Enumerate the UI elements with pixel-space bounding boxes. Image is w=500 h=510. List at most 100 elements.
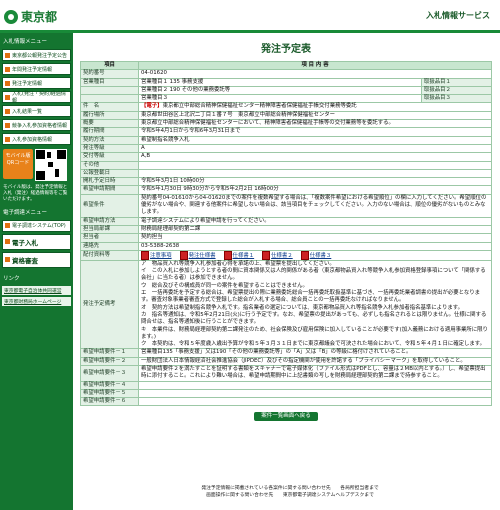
- table-row: 履行場所 東京都世田谷区上北沢二丁目１番７号 東京都立中部総合精神保健福祉センター: [80, 110, 492, 121]
- footer-contact-line: 発注予定情報に掲載されている各案件に関する問い合わせ先 各局所担当者まで: [201, 486, 379, 491]
- note-line: エ 一括再委託を予定する総合は、希望票提出の際に業務委託総合一括再委託取扱基準に…: [141, 290, 481, 304]
- row-value-text: 営業種目２ 190 その他の業務委託等: [141, 86, 231, 93]
- row-value-text: A,B: [141, 153, 151, 160]
- doc-link-label: 仕様書３: [309, 252, 332, 259]
- note-line: キ 本業件は、財務局経理部契約第二課発注のため、社会保険及び雇用保険に加入してい…: [141, 326, 488, 340]
- bullet-icon: [5, 239, 10, 245]
- table-row: 希望申請要件－５: [80, 388, 492, 399]
- row-value: 東京都世田谷区上北沢二丁目１番７号 東京都立中部総合精神保健福祉センター: [138, 110, 492, 121]
- sidebar: 入札情報メニュー 東京都公報発注予定公告 年間発注予定情報 発注予定情報 入札(…: [0, 33, 73, 510]
- row-value: 営業種目135「事務支援」又は190「その他の業務委託等」の「A」又は「B」の等…: [138, 348, 492, 358]
- tokyo-logo[interactable]: 東京都: [4, 8, 57, 25]
- row-value: 営業種目１ 135 事務支援: [138, 77, 422, 87]
- row-label: 契約番号: [80, 69, 139, 79]
- row-value: 契約担当: [138, 233, 492, 243]
- sidebar-item-eproc-top[interactable]: 電子調達システム(TOP): [2, 219, 71, 232]
- row-label: 概要: [80, 119, 139, 129]
- note-line: イ この入札に参加しようとする者の間に資本関係又は人的関係がある者（東京都物品買…: [141, 268, 486, 282]
- table-row: 件 名【電子】東京都立中部総合精神保健福祉センター精神障害者保健福祉手帳交付業務…: [80, 102, 492, 112]
- row-value-text: 電子調達システムにより希望申請を行ってください。: [141, 217, 270, 224]
- sidebar-links-title: リンク: [3, 275, 20, 282]
- table-row: 履行期間 令和5年4月1日から令和6年3月31日まで: [80, 127, 492, 137]
- link-joint-operation[interactable]: 東京都電子自治体共同運営: [2, 285, 71, 295]
- header-item: 項目: [80, 60, 139, 71]
- sidebar-menu-title: 入札情報メニュー: [3, 39, 48, 45]
- row-value-text: 契約番号04-01610から04-01620までの案件を複数希望する場合は、「複…: [141, 194, 487, 216]
- sidebar-item-results[interactable]: 入札結果一覧: [2, 105, 71, 117]
- note-line: カ 指名等通知は、令和5年2月21日(火)に行う予定です。なお、希望票の提出があ…: [141, 311, 487, 326]
- table-row: 公報登載日: [80, 168, 492, 179]
- row-label: その他: [80, 160, 139, 170]
- row-value: [138, 168, 492, 179]
- row-value-text: 令和5年1月30日 9時30分から令和5年2月2日 16時00分: [141, 186, 279, 193]
- doc-link-label: 仕様書２: [271, 252, 293, 259]
- row-label: 希望申請要件－２: [80, 356, 139, 367]
- header-content: 項 目 内 容: [138, 60, 492, 71]
- row-value-text: 営業種目１ 135 事務支援: [141, 78, 204, 85]
- table-row: 概要 東京都立中部総合精神保健福祉センターにおいて、精神障害者保健福祉手帳等の交付…: [80, 119, 492, 129]
- row-label: [80, 94, 139, 104]
- doc-link[interactable]: 注意事項: [141, 250, 172, 260]
- notes-cell: ア 物品買入れ等競争入札参加者心得を承諾の上、希望票を提出してください。イ この…: [138, 259, 492, 350]
- row-value: 電子調達システムにより希望申請を行ってください。: [138, 216, 492, 226]
- back-to-list-button[interactable]: 案件一覧画面へ戻る: [254, 412, 318, 422]
- row-value: 令和5年1月30日 9時30分から令和5年2月2日 16時00分: [138, 185, 492, 195]
- logo-text: 東京都: [21, 10, 58, 24]
- row-value: [138, 160, 492, 170]
- link-finance-bureau[interactable]: 東京都財務局ホームページ: [2, 296, 71, 306]
- row-value-text: 契約担当: [141, 234, 163, 241]
- sidebar-item-ebidding[interactable]: 電子入札: [2, 233, 71, 250]
- doc-link[interactable]: 仕様書３: [300, 250, 332, 260]
- doc-link[interactable]: 仕様書１: [223, 250, 254, 260]
- table-row: 希望申請方法 電子調達システムにより希望申請を行ってください。: [80, 216, 492, 226]
- row-value-text: 希望制指名競争入札: [141, 136, 190, 143]
- mobile-section: モバイル版 QRコード: [3, 149, 70, 181]
- pdf-icon: [141, 250, 149, 260]
- row-value-text: 03-5388-2638: [141, 242, 180, 249]
- table-row: 発注予定備考ア 物品買入れ等競争入札参加者心得を承諾の上、希望票を提出してくださ…: [80, 259, 492, 350]
- sidebar-item-qualified[interactable]: 競争入札参加資格者情報: [2, 119, 71, 131]
- sidebar-item-progress[interactable]: 入札(発注・契約)経過情報: [2, 91, 71, 104]
- row-value: A,B: [138, 152, 492, 162]
- row-label: 希望申請方法: [80, 216, 139, 226]
- sidebar-item-annual-plan[interactable]: 年間発注予定情報: [2, 63, 71, 75]
- row-label: 希望条件: [80, 193, 139, 218]
- table-row: 希望条件 契約番号04-01610から04-01620までの案件を複数希望する場合…: [80, 193, 492, 218]
- sidebar-item-qualification-review[interactable]: 資格審査: [2, 251, 71, 268]
- header-divider: [0, 30, 500, 33]
- docs-cell: 注意事項 発注仕様書 仕様書１ 仕様書２ 仕様書３: [138, 249, 492, 261]
- table-row: 希望申請要件－２ 一般財団法人日本情報経済社会推進協会（JIPDEC）及びその指定…: [80, 356, 492, 367]
- qr-code-icon: [35, 149, 67, 181]
- row-value: 04-01620: [138, 69, 492, 79]
- doc-link[interactable]: 発注仕様書: [179, 250, 216, 260]
- table-row: 営業種目 営業種目１ 135 事務支援 取扱品目１: [80, 77, 493, 87]
- row-label: 連絡先: [80, 241, 139, 251]
- row-value: 営業種目２ 190 その他の業務委託等: [138, 85, 422, 96]
- row-label: 発注予定備考: [80, 259, 139, 350]
- pdf-icon: [179, 250, 188, 260]
- table-row: 希望申請期間 令和5年1月30日 9時30分から令和5年2月2日 16時00分: [80, 185, 492, 195]
- row-label: 配付資料等: [80, 249, 139, 261]
- row-label: 希望申請要件－１: [80, 348, 139, 358]
- sidebar-item-gazette[interactable]: 東京都公報発注予定公告: [2, 49, 71, 61]
- table-row: 連絡先 03-5388-2638: [80, 241, 492, 251]
- row-value: [138, 388, 492, 399]
- handled-item-label: 取扱品目１: [420, 77, 493, 87]
- row-label: 履行場所: [80, 110, 139, 121]
- sidebar-item-order-plan[interactable]: 発注予定情報: [2, 77, 71, 89]
- mobile-button[interactable]: モバイル版 QRコード: [3, 149, 33, 179]
- row-value: 営業種目３: [138, 94, 422, 104]
- doc-link[interactable]: 仕様書２: [262, 250, 293, 260]
- footer: 発注予定情報に掲載されている各案件に関する問い合わせ先 各局所担当者まで 画面操…: [100, 486, 480, 499]
- table-row: 開札予定日時 令和5年3月1日 10時00分: [80, 177, 492, 187]
- system-name: 入札情報サービス: [426, 11, 490, 20]
- row-label: 担当者: [80, 233, 139, 243]
- row-label: 営業種目: [80, 77, 139, 87]
- table-row: 担当者 契約担当: [80, 233, 492, 243]
- table-header: 項目 項 目 内 容: [80, 60, 492, 71]
- page-title: 発注予定表: [261, 44, 311, 55]
- row-label: 発注等級: [80, 143, 139, 154]
- bullet-icon: [5, 108, 10, 114]
- table-row: 営業種目２ 190 その他の業務委託等 取扱品目２: [80, 85, 493, 96]
- sidebar-item-qualification[interactable]: 入札参加資格情報: [2, 133, 71, 145]
